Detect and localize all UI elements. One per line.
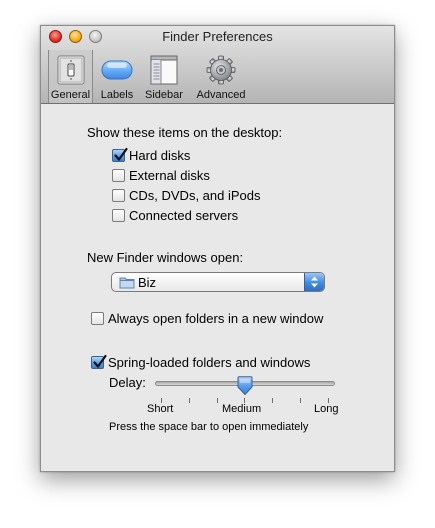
up-down-arrows-icon bbox=[311, 276, 318, 288]
tab-sidebar[interactable]: Sidebar bbox=[140, 50, 188, 103]
slider-tick bbox=[189, 398, 190, 403]
new-window-popup-value: Biz bbox=[138, 275, 157, 290]
slider-tick bbox=[217, 398, 218, 403]
spring-loaded-label: Spring-loaded folders and windows bbox=[108, 355, 311, 370]
label-pill-icon bbox=[101, 55, 133, 85]
folder-icon bbox=[119, 277, 135, 289]
tab-general-label: General bbox=[50, 89, 91, 101]
slider-tick bbox=[272, 398, 273, 403]
cds-dvds-ipods-label: CDs, DVDs, and iPods bbox=[129, 188, 261, 203]
hard-disks-label: Hard disks bbox=[129, 148, 191, 163]
spring-loaded-checkbox[interactable] bbox=[91, 354, 107, 369]
connected-servers-label: Connected servers bbox=[129, 208, 239, 223]
delay-medium-label: Medium bbox=[222, 403, 262, 415]
delay-slider-thumb[interactable] bbox=[236, 376, 254, 401]
light-switch-icon bbox=[55, 55, 87, 85]
checkmark-icon bbox=[114, 147, 128, 161]
connected-servers-checkbox[interactable] bbox=[112, 209, 125, 222]
space-bar-hint: Press the space bar to open immediately bbox=[109, 421, 309, 433]
new-window-label: New Finder windows open: bbox=[87, 250, 244, 265]
checkmark-icon bbox=[93, 354, 107, 368]
tab-advanced-label: Advanced bbox=[196, 89, 246, 101]
hard-disks-checkbox[interactable] bbox=[112, 147, 128, 162]
tab-general[interactable]: General bbox=[48, 50, 93, 103]
external-disks-checkbox[interactable] bbox=[112, 169, 125, 182]
window-title: Finder Preferences bbox=[162, 29, 273, 44]
slider-tick bbox=[300, 398, 301, 403]
always-open-new-window-checkbox[interactable] bbox=[91, 312, 104, 325]
titlebar: Finder Preferences General Labels Sideba… bbox=[41, 26, 394, 104]
delay-label: Delay: bbox=[109, 375, 146, 390]
tab-advanced[interactable]: Advanced bbox=[192, 50, 250, 103]
external-disks-label: External disks bbox=[129, 168, 210, 183]
tab-sidebar-label: Sidebar bbox=[145, 89, 183, 101]
desktop-items-heading: Show these items on the desktop: bbox=[87, 125, 283, 140]
tab-labels[interactable]: Labels bbox=[96, 50, 138, 103]
cds-dvds-ipods-checkbox[interactable] bbox=[112, 189, 125, 202]
popup-stepper[interactable] bbox=[304, 273, 324, 291]
general-pane: Show these items on the desktop: Hard di… bbox=[41, 104, 394, 471]
always-open-new-window-label: Always open folders in a new window bbox=[108, 311, 324, 326]
sidebar-icon bbox=[148, 55, 180, 85]
finder-preferences-window: Finder Preferences General Labels Sideba… bbox=[40, 25, 395, 472]
gear-icon bbox=[205, 55, 237, 85]
delay-short-label: Short bbox=[147, 403, 174, 415]
tab-labels-label: Labels bbox=[100, 89, 134, 101]
delay-long-label: Long bbox=[314, 403, 339, 415]
new-window-popup[interactable]: Biz bbox=[111, 272, 325, 292]
slider-knob-icon bbox=[237, 376, 253, 396]
